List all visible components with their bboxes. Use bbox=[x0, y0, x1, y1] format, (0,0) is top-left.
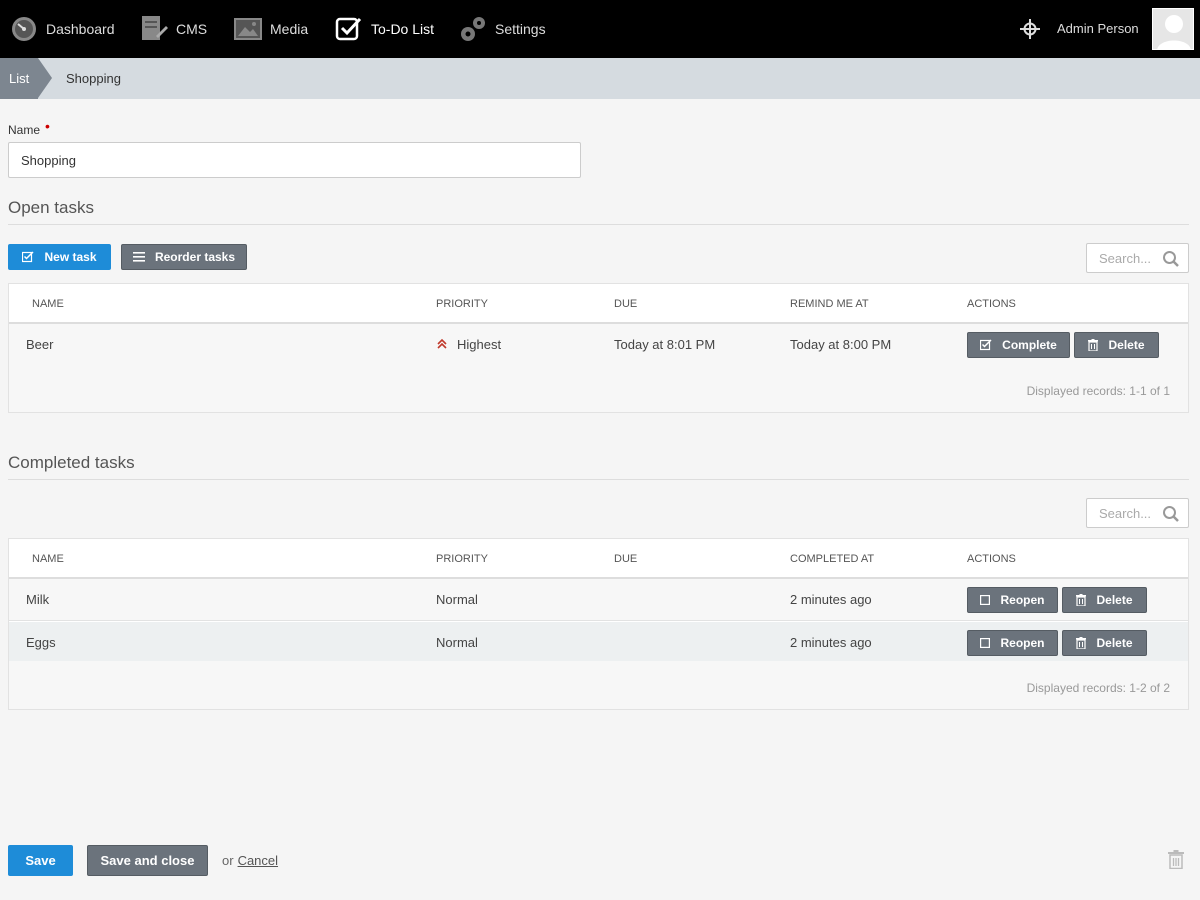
nav-item-label: To-Do List bbox=[371, 21, 435, 37]
crosshair-icon[interactable] bbox=[1020, 19, 1040, 39]
records-count: Displayed records: 1-1 of 1 bbox=[1026, 384, 1170, 398]
checkbox-icon bbox=[22, 251, 35, 263]
nav-item-todo-list[interactable]: To-Do List bbox=[335, 0, 434, 58]
column-header-due[interactable]: DUE bbox=[614, 298, 637, 310]
column-header-priority[interactable]: PRIORITY bbox=[436, 553, 488, 565]
priority-label: Highest bbox=[457, 337, 502, 352]
new-task-button[interactable]: New task bbox=[8, 244, 111, 270]
reopen-label: Reopen bbox=[1000, 636, 1045, 650]
user-name[interactable]: Admin Person bbox=[1057, 21, 1139, 36]
complete-button[interactable]: Complete bbox=[967, 332, 1070, 358]
breadcrumb: List Shopping bbox=[0, 58, 1200, 99]
empty-checkbox-icon bbox=[980, 595, 991, 605]
task-due: Today at 8:01 PM bbox=[614, 337, 716, 352]
task-priority: Normal bbox=[436, 592, 478, 607]
reorder-tasks-label: Reorder tasks bbox=[154, 250, 236, 264]
media-icon bbox=[234, 15, 262, 43]
column-header-priority[interactable]: PRIORITY bbox=[436, 298, 488, 310]
top-navigation-bar: Dashboard CMS Media To-Do List Settings … bbox=[0, 0, 1200, 58]
column-header-due[interactable]: DUE bbox=[614, 553, 637, 565]
completed-tasks-table: NAME PRIORITY DUE COMPLETED AT ACTIONS M… bbox=[8, 538, 1189, 710]
list-icon bbox=[132, 252, 145, 262]
table-row[interactable]: Eggs Normal 2 minutes ago Reopen Delete bbox=[9, 622, 1188, 664]
nav-item-cms[interactable]: CMS bbox=[140, 0, 207, 58]
column-header-remind[interactable]: REMIND ME AT bbox=[790, 298, 869, 310]
nav-item-dashboard[interactable]: Dashboard bbox=[10, 0, 115, 58]
name-label-text: Name bbox=[8, 123, 41, 137]
nav-item-label: Settings bbox=[495, 21, 546, 37]
nav-item-settings[interactable]: Settings bbox=[459, 0, 546, 58]
delete-label: Delete bbox=[1096, 636, 1133, 650]
reopen-button[interactable]: Reopen bbox=[967, 630, 1058, 656]
cancel-link[interactable]: Cancel bbox=[238, 853, 278, 868]
breadcrumb-arrow bbox=[38, 58, 52, 98]
records-count: Displayed records: 1-2 of 2 bbox=[1026, 681, 1170, 695]
checkbox-icon bbox=[335, 15, 363, 43]
table-row[interactable]: Milk Normal 2 minutes ago Reopen Delete bbox=[9, 579, 1188, 621]
avatar[interactable] bbox=[1152, 8, 1194, 50]
task-priority: Highest bbox=[436, 337, 501, 353]
required-marker: • bbox=[45, 118, 50, 134]
empty-checkbox-icon bbox=[980, 638, 991, 648]
delete-button[interactable]: Delete bbox=[1062, 587, 1147, 613]
completed-tasks-heading: Completed tasks bbox=[8, 453, 1189, 480]
reopen-label: Reopen bbox=[1000, 593, 1045, 607]
table-header: NAME PRIORITY DUE REMIND ME AT ACTIONS bbox=[9, 284, 1188, 324]
trash-icon bbox=[1088, 339, 1099, 351]
or-text: or bbox=[222, 853, 234, 868]
table-header: NAME PRIORITY DUE COMPLETED AT ACTIONS bbox=[9, 539, 1188, 579]
search-input[interactable] bbox=[1087, 499, 1162, 527]
breadcrumb-current: Shopping bbox=[66, 71, 121, 86]
table-row[interactable]: Beer Highest Today at 8:01 PM Today at 8… bbox=[9, 324, 1188, 366]
name-field[interactable] bbox=[8, 142, 581, 178]
task-priority: Normal bbox=[436, 635, 478, 650]
delete-button[interactable]: Delete bbox=[1074, 332, 1159, 358]
column-header-actions: ACTIONS bbox=[967, 298, 1016, 310]
task-name: Eggs bbox=[26, 635, 56, 650]
column-header-name[interactable]: NAME bbox=[32, 553, 64, 565]
speedometer-icon bbox=[10, 15, 38, 43]
reorder-tasks-button[interactable]: Reorder tasks bbox=[121, 244, 247, 270]
new-task-label: New task bbox=[44, 250, 97, 264]
save-and-close-button[interactable]: Save and close bbox=[87, 845, 208, 876]
delete-label: Delete bbox=[1108, 338, 1145, 352]
task-completed-at: 2 minutes ago bbox=[790, 635, 872, 650]
open-tasks-table: NAME PRIORITY DUE REMIND ME AT ACTIONS B… bbox=[8, 283, 1189, 413]
reopen-button[interactable]: Reopen bbox=[967, 587, 1058, 613]
search-input[interactable] bbox=[1087, 244, 1162, 272]
cancel-area: or Cancel bbox=[222, 853, 278, 868]
table-footer: Displayed records: 1-1 of 1 bbox=[9, 364, 1188, 412]
nav-item-media[interactable]: Media bbox=[234, 0, 308, 58]
search-icon[interactable] bbox=[1162, 250, 1180, 271]
trash-icon[interactable] bbox=[1168, 850, 1184, 872]
name-label: Name • bbox=[8, 118, 50, 137]
cms-icon bbox=[140, 15, 168, 43]
task-remind: Today at 8:00 PM bbox=[790, 337, 892, 352]
delete-button[interactable]: Delete bbox=[1062, 630, 1147, 656]
task-completed-at: 2 minutes ago bbox=[790, 592, 872, 607]
open-tasks-heading: Open tasks bbox=[8, 198, 1189, 225]
trash-icon bbox=[1076, 637, 1087, 649]
table-footer: Displayed records: 1-2 of 2 bbox=[9, 661, 1188, 709]
column-header-actions: ACTIONS bbox=[967, 553, 1016, 565]
save-button[interactable]: Save bbox=[8, 845, 73, 876]
task-name: Milk bbox=[26, 592, 50, 607]
task-name: Beer bbox=[26, 337, 54, 352]
search-icon[interactable] bbox=[1162, 505, 1180, 526]
nav-item-label: CMS bbox=[176, 21, 208, 37]
breadcrumb-root[interactable]: List bbox=[0, 58, 38, 99]
column-header-name[interactable]: NAME bbox=[32, 298, 64, 310]
complete-label: Complete bbox=[1002, 338, 1057, 352]
nav-item-label: Media bbox=[270, 21, 309, 37]
nav-item-label: Dashboard bbox=[46, 21, 115, 37]
delete-label: Delete bbox=[1096, 593, 1133, 607]
checkbox-icon bbox=[980, 339, 992, 351]
trash-icon bbox=[1076, 594, 1087, 606]
gears-icon bbox=[459, 15, 487, 43]
open-tasks-search bbox=[1086, 243, 1189, 273]
double-chevron-up-icon bbox=[436, 338, 448, 353]
column-header-completed-at[interactable]: COMPLETED AT bbox=[790, 553, 874, 565]
completed-tasks-search bbox=[1086, 498, 1189, 528]
